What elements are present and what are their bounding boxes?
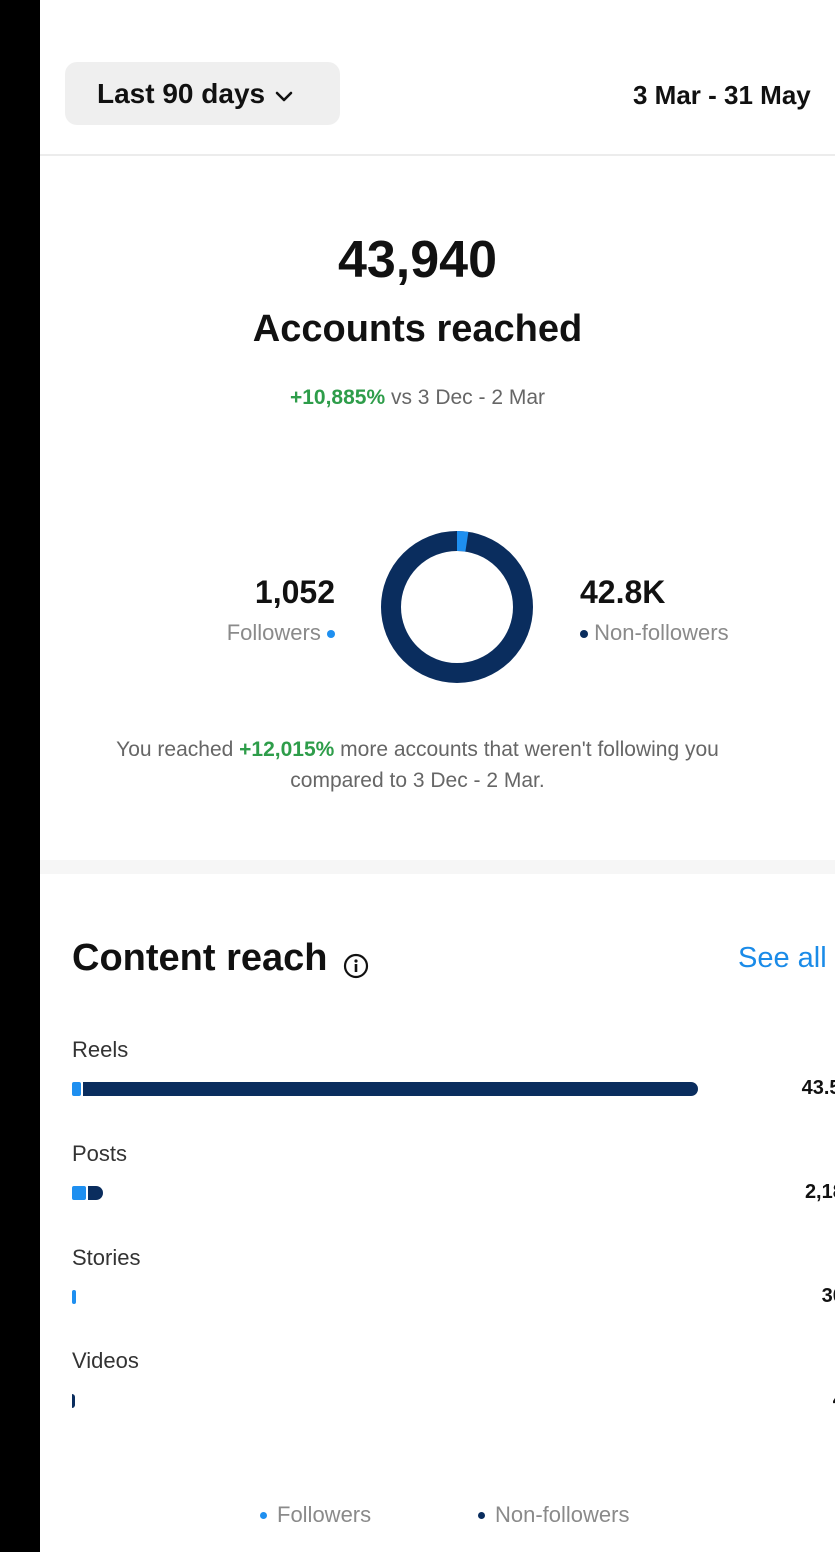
date-range-dropdown-label: Last 90 days	[97, 77, 266, 109]
reach-note-line2: compared to 3 Dec - 2 Mar.	[290, 769, 545, 792]
date-range-dropdown[interactable]: Last 90 days	[65, 62, 340, 125]
content-row-label-reels: Reels	[72, 1037, 129, 1062]
reach-note-percentage: +12,015%	[239, 738, 335, 761]
reach-note-suffix: more accounts that weren't following you	[334, 738, 719, 761]
change-comparison-text: vs 3 Dec - 2 Mar	[385, 386, 546, 409]
nonfollowers-count: 42.8K	[580, 574, 666, 610]
followers-dot-icon	[260, 1511, 267, 1519]
reach-donut-chart	[381, 531, 533, 683]
info-icon[interactable]	[343, 946, 369, 978]
chevron-down-icon	[275, 78, 293, 110]
bar-segment-nonfollowers	[87, 1186, 104, 1200]
followers-count: 1,052	[254, 574, 335, 610]
accounts-reached-label: Accounts reached	[252, 308, 583, 350]
reach-note-prefix: You reached	[116, 738, 240, 761]
date-range-text: 3 Mar - 31 May	[633, 80, 811, 110]
donut-nonfollowers-arc	[381, 531, 533, 683]
nonfollowers-legend: Non-followers	[580, 620, 729, 646]
bar-segment-followers	[72, 1186, 86, 1200]
followers-dot-icon	[327, 630, 335, 639]
content-row-label-videos: Videos	[72, 1348, 139, 1373]
bar-segment-followers	[72, 1290, 76, 1304]
content-row-label-posts: Posts	[72, 1141, 128, 1166]
see-all-link[interactable]: See all	[738, 942, 827, 975]
legend-item-followers: Followers	[260, 1502, 371, 1528]
nonfollowers-dot-icon	[478, 1511, 485, 1519]
legend-item-nonfollowers: Non-followers	[478, 1502, 630, 1528]
legend-followers-label: Followers	[277, 1502, 372, 1527]
divider	[40, 154, 835, 156]
reach-note: You reached +12,015% more accounts that …	[40, 734, 835, 796]
bar-segment-nonfollowers	[72, 1394, 75, 1408]
accounts-reached-total: 43,940	[337, 231, 498, 289]
bar-segment-followers	[72, 1082, 82, 1096]
bar-segment-nonfollowers	[83, 1082, 698, 1096]
legend-nonfollowers-label: Non-followers	[495, 1502, 630, 1527]
content-row-value-stories: 307	[821, 1285, 835, 1307]
section-separator	[40, 860, 835, 874]
followers-label: Followers	[226, 620, 321, 645]
insights-screen: Last 90 days 3 Mar - 31 May 43,940 Accou…	[40, 0, 835, 1552]
content-row-value-reels: 43.5K	[801, 1077, 835, 1099]
nonfollowers-label: Non-followers	[594, 620, 729, 645]
change-percentage: +10,885%	[289, 386, 386, 409]
content-row-value-posts: 2,180	[804, 1181, 835, 1203]
nonfollowers-dot-icon	[580, 630, 588, 639]
content-reach-title: Content reach	[72, 937, 328, 979]
top-bar: Last 90 days 3 Mar - 31 May	[40, 0, 835, 156]
content-row-label-stories: Stories	[72, 1245, 141, 1270]
change-comparison: +10,885% vs 3 Dec - 2 Mar	[40, 386, 835, 410]
followers-legend: Followers	[227, 620, 335, 646]
content-reach-heading: Content reach	[72, 937, 369, 980]
reach-note-line1: You reached +12,015% more accounts that …	[40, 734, 835, 765]
